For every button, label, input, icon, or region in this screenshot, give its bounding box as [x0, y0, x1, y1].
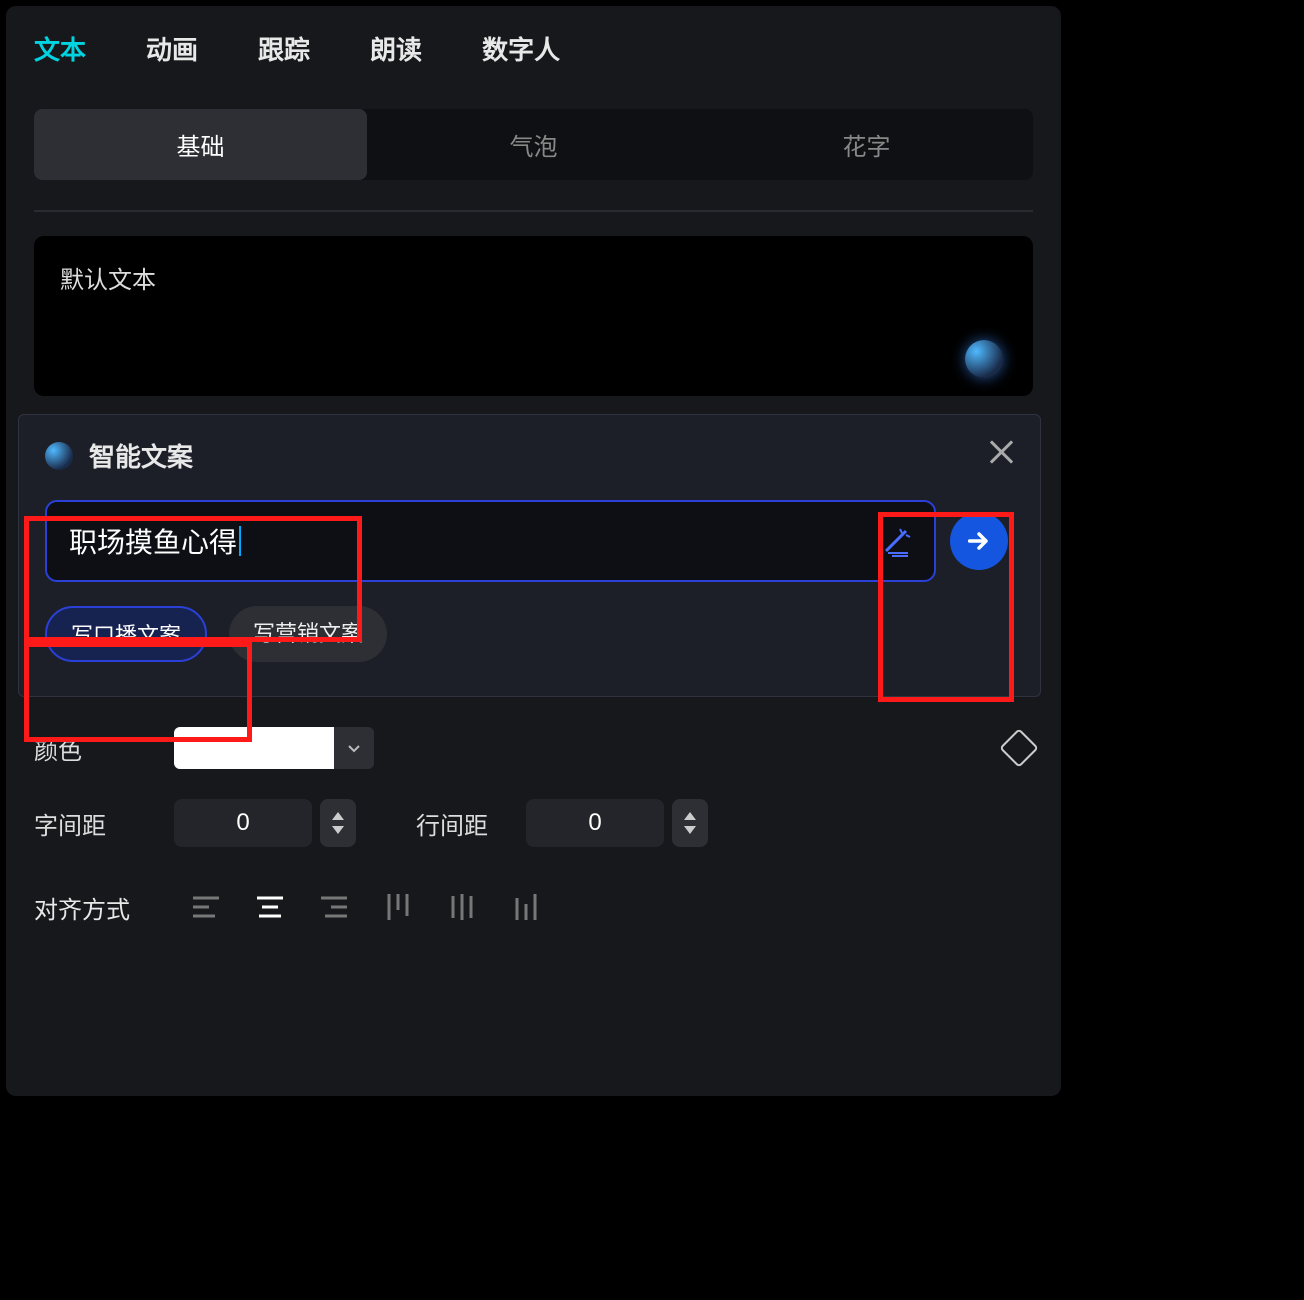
magic-wand-icon[interactable]	[880, 525, 912, 557]
letter-spacing-label: 字间距	[34, 806, 174, 841]
line-spacing-label: 行间距	[416, 806, 526, 841]
align-vert-left-icon[interactable]	[366, 881, 430, 933]
letter-spacing-stepper[interactable]	[320, 799, 356, 847]
subtab-fancy[interactable]: 花字	[700, 109, 1033, 180]
tab-track[interactable]: 跟踪	[258, 30, 310, 67]
letter-spacing-input[interactable]: 0	[174, 799, 312, 847]
keyframe-diamond-icon[interactable]	[999, 728, 1039, 768]
text-cursor	[239, 526, 241, 556]
tab-avatar[interactable]: 数字人	[482, 30, 560, 67]
sub-tabs: 基础 气泡 花字	[34, 109, 1033, 180]
align-vert-center-icon[interactable]	[430, 881, 494, 933]
subtab-basic[interactable]: 基础	[34, 109, 367, 180]
align-row: 对齐方式	[34, 881, 1033, 933]
ai-panel-header: 智能文案	[45, 437, 1014, 474]
text-panel: 文本 动画 跟踪 朗读 数字人 基础 气泡 花字 默认文本 智能文案 职场摸鱼心…	[6, 6, 1061, 1096]
color-row: 颜色	[34, 727, 1033, 769]
chip-broadcast-copy[interactable]: 写口播文案	[45, 606, 207, 662]
subtab-bubble[interactable]: 气泡	[367, 109, 700, 180]
line-spacing-stepper[interactable]	[672, 799, 708, 847]
color-label: 颜色	[34, 731, 174, 766]
ai-orb-small-icon	[45, 442, 73, 470]
spacing-row: 字间距 0 行间距 0	[34, 799, 1033, 847]
close-icon[interactable]	[986, 437, 1016, 467]
align-right-icon[interactable]	[302, 881, 366, 933]
align-center-icon[interactable]	[238, 881, 302, 933]
ai-prompt-input[interactable]: 职场摸鱼心得	[45, 500, 936, 582]
align-left-icon[interactable]	[174, 881, 238, 933]
color-swatch[interactable]	[174, 727, 334, 769]
align-label: 对齐方式	[34, 890, 174, 925]
top-tabs: 文本 动画 跟踪 朗读 数字人	[6, 6, 1061, 85]
ai-input-row: 职场摸鱼心得	[45, 500, 1014, 582]
line-spacing-input[interactable]: 0	[526, 799, 664, 847]
tab-text[interactable]: 文本	[34, 30, 86, 67]
ai-orb-icon[interactable]	[965, 340, 1003, 378]
divider	[34, 210, 1033, 212]
send-button[interactable]	[950, 512, 1008, 570]
align-buttons	[174, 881, 558, 933]
chip-marketing-copy[interactable]: 写营销文案	[229, 606, 387, 662]
tab-animation[interactable]: 动画	[146, 30, 198, 67]
align-vert-right-icon[interactable]	[494, 881, 558, 933]
text-content-value: 默认文本	[60, 267, 156, 294]
tab-read[interactable]: 朗读	[370, 30, 422, 67]
text-content-box[interactable]: 默认文本	[34, 236, 1033, 396]
ai-panel-title: 智能文案	[89, 437, 193, 474]
ai-prompt-value: 职场摸鱼心得	[69, 521, 237, 561]
ai-chip-row: 写口播文案 写营销文案	[45, 606, 1014, 662]
ai-copy-panel: 智能文案 职场摸鱼心得 写口播文案 写营销文案	[18, 414, 1041, 697]
color-dropdown[interactable]	[334, 727, 374, 769]
